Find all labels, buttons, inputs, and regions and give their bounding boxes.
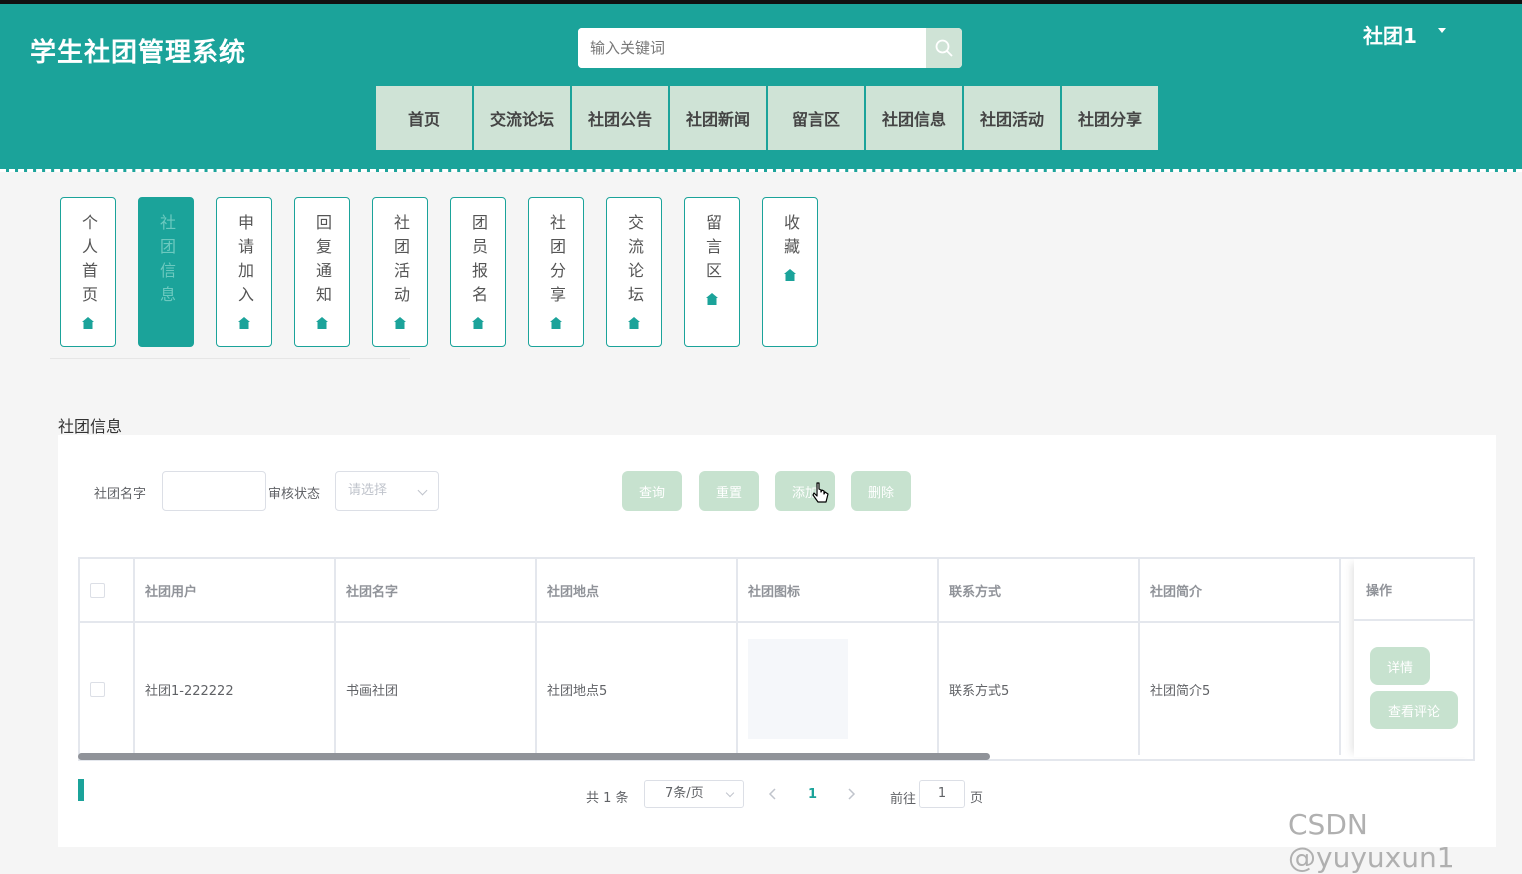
- current-page[interactable]: 1: [808, 787, 817, 802]
- reset-button[interactable]: 重置: [699, 471, 759, 511]
- search-button[interactable]: [926, 28, 962, 68]
- side-item-registration[interactable]: 团员报名: [450, 197, 506, 347]
- page-suffix: 页: [970, 791, 984, 806]
- table-row: 社团1-222222 书画社团 社团地点5 联系方式5 社团简介5: [80, 623, 1341, 755]
- cell-name: 书画社团: [336, 623, 537, 755]
- row-select-cell: [80, 623, 135, 755]
- column-header: 操作: [1354, 559, 1473, 621]
- side-item-label: 社团分享: [547, 214, 566, 310]
- select-all-cell: [80, 559, 135, 621]
- house-icon: [628, 317, 640, 329]
- side-item-profile[interactable]: 个人首页: [60, 197, 116, 347]
- user-menu[interactable]: 社团1: [1363, 20, 1417, 49]
- accent-bar: [78, 779, 84, 801]
- page-size-select[interactable]: 7条/页: [644, 780, 744, 808]
- column-header[interactable]: 联系方式: [939, 559, 1140, 621]
- nav-messages[interactable]: 留言区: [768, 86, 864, 150]
- delete-button[interactable]: 删除: [851, 471, 911, 511]
- side-item-apply[interactable]: 申请加入: [216, 197, 272, 347]
- search-input[interactable]: [578, 28, 926, 68]
- column-header[interactable]: 社团图标: [738, 559, 939, 621]
- house-icon: [550, 317, 562, 329]
- column-header[interactable]: 社团名字: [336, 559, 537, 621]
- house-icon: [316, 317, 328, 329]
- chevron-down-icon: [417, 485, 428, 496]
- side-item-label: 申请加入: [235, 214, 254, 310]
- side-menu-divider: [50, 358, 410, 359]
- club-table: 社团用户 社团名字 社团地点 社团图标 联系方式 社团简介 社团1-222222…: [78, 557, 1475, 761]
- side-item-club-info[interactable]: 社团信息: [138, 197, 194, 347]
- side-item-label: 回复通知: [313, 214, 332, 310]
- side-item-favorites[interactable]: 收藏: [762, 197, 818, 347]
- next-page-icon[interactable]: [846, 788, 856, 800]
- house-icon: [82, 317, 94, 329]
- caret-down-icon[interactable]: [1438, 28, 1446, 33]
- select-placeholder: 请选择: [348, 483, 388, 498]
- house-icon: [706, 293, 718, 305]
- chevron-down-icon: [725, 788, 735, 798]
- cell-logo: [738, 623, 939, 755]
- club-logo-image: [748, 639, 848, 739]
- side-item-label: 团员报名: [469, 214, 488, 310]
- nav-home[interactable]: 首页: [376, 86, 472, 150]
- club-name-label: 社团名字: [94, 487, 147, 502]
- nav-announcements[interactable]: 社团公告: [572, 86, 668, 150]
- cell-location: 社团地点5: [537, 623, 738, 755]
- watermark: CSDN @yuyuxun1: [1288, 808, 1455, 874]
- side-item-label: 交流论坛: [625, 214, 644, 310]
- club-name-input[interactable]: [162, 471, 266, 511]
- section-title: 社团信息: [58, 417, 123, 436]
- side-item-label: 留言区: [703, 214, 722, 286]
- top-nav: 首页 交流论坛 社团公告 社团新闻 留言区 社团信息 社团活动 社团分享: [376, 86, 1158, 150]
- prev-page-icon[interactable]: [768, 788, 778, 800]
- table-header: 社团用户 社团名字 社团地点 社团图标 联系方式 社团简介: [80, 559, 1341, 623]
- column-header[interactable]: 社团用户: [135, 559, 336, 621]
- review-status-label: 审核状态: [268, 487, 321, 502]
- nav-forum[interactable]: 交流论坛: [474, 86, 570, 150]
- detail-button[interactable]: 详情: [1370, 647, 1430, 685]
- house-icon: [784, 269, 796, 281]
- cell-user: 社团1-222222: [135, 623, 336, 755]
- side-item-label: 收藏: [781, 214, 800, 262]
- nav-sharing[interactable]: 社团分享: [1062, 86, 1158, 150]
- side-item-label: 社团活动: [391, 214, 410, 310]
- goto-label: 前往: [890, 792, 917, 807]
- page-size-value: 7条/页: [665, 786, 704, 801]
- review-status-select[interactable]: 请选择: [335, 471, 439, 511]
- content-panel: 社团名字 审核状态 请选择 查询 重置 添加 删除 社团用户 社团名字 社团地点…: [58, 435, 1496, 847]
- house-icon: [394, 317, 406, 329]
- nav-club-info[interactable]: 社团信息: [866, 86, 962, 150]
- search-bar: [578, 28, 962, 68]
- side-item-messages[interactable]: 留言区: [684, 197, 740, 347]
- select-all-checkbox[interactable]: [90, 582, 105, 598]
- app-header: 学生社团管理系统 社团1 首页 交流论坛 社团公告 社团新闻 留言区 社团信息 …: [0, 4, 1522, 172]
- cell-intro: 社团简介5: [1140, 623, 1341, 755]
- side-item-sharing[interactable]: 社团分享: [528, 197, 584, 347]
- house-icon: [472, 317, 484, 329]
- total-count: 共 1 条: [586, 791, 629, 806]
- side-item-label: 社团信息: [157, 214, 176, 310]
- row-checkbox[interactable]: [90, 681, 105, 697]
- side-item-reply-notice[interactable]: 回复通知: [294, 197, 350, 347]
- house-icon: [238, 317, 250, 329]
- cell-contact: 联系方式5: [939, 623, 1140, 755]
- side-item-label: 个人首页: [79, 214, 98, 310]
- side-menu: 个人首页 社团信息 申请加入 回复通知 社团活动 团员报名 社团分享 交流论坛 …: [60, 197, 840, 347]
- pointer-cursor-icon: [812, 482, 829, 503]
- side-item-activities[interactable]: 社团活动: [372, 197, 428, 347]
- nav-activities[interactable]: 社团活动: [964, 86, 1060, 150]
- side-item-forum[interactable]: 交流论坛: [606, 197, 662, 347]
- goto-page-input[interactable]: 1: [919, 780, 965, 808]
- operations-column: 操作 详情 查看评论: [1354, 559, 1473, 757]
- app-title: 学生社团管理系统: [30, 38, 247, 68]
- column-header[interactable]: 社团地点: [537, 559, 738, 621]
- horizontal-scrollbar[interactable]: [78, 753, 990, 760]
- nav-news[interactable]: 社团新闻: [670, 86, 766, 150]
- view-comments-button[interactable]: 查看评论: [1370, 691, 1458, 729]
- query-button[interactable]: 查询: [622, 471, 682, 511]
- column-header[interactable]: 社团简介: [1140, 559, 1341, 621]
- search-icon: [935, 39, 953, 57]
